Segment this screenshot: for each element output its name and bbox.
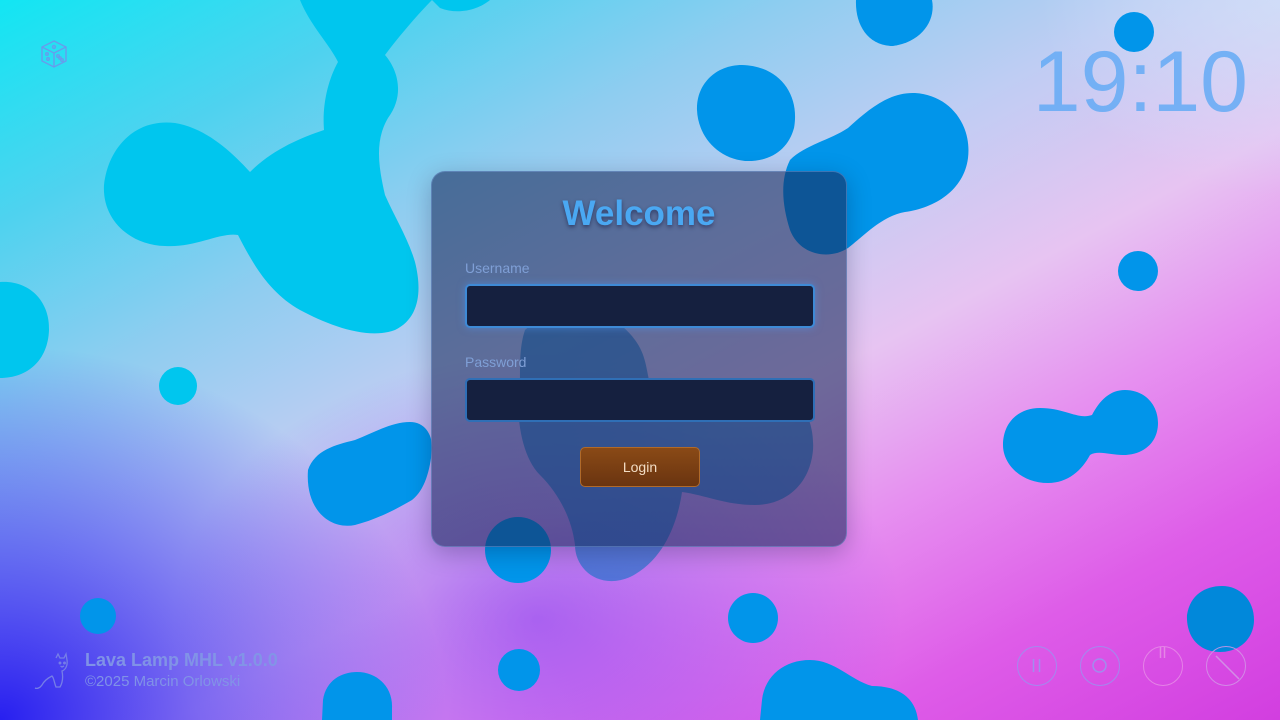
dice-icon[interactable] <box>38 38 70 70</box>
power-button[interactable] <box>1143 646 1183 686</box>
username-label: Username <box>465 260 530 276</box>
app-name: Lava Lamp MHL v1.0.0 <box>85 650 278 670</box>
username-input[interactable] <box>465 284 815 328</box>
stop-button[interactable] <box>1080 646 1120 686</box>
pause-icon <box>1032 659 1041 672</box>
stop-icon <box>1092 658 1107 673</box>
copyright-text: ©2025 Marcin Orlowski <box>85 673 241 690</box>
welcome-title: Welcome <box>562 194 716 233</box>
clock-display: 19:10 <box>1032 34 1248 130</box>
pause-button[interactable] <box>1017 646 1057 686</box>
password-input[interactable] <box>465 378 815 422</box>
power-icon <box>1159 647 1166 658</box>
exit-button[interactable] <box>1206 646 1246 686</box>
cat-icon <box>34 652 68 690</box>
exit-icon <box>1215 655 1240 680</box>
login-button[interactable]: Login <box>580 447 700 487</box>
password-label: Password <box>465 354 527 370</box>
login-card: Welcome Username Password Login <box>431 171 847 547</box>
